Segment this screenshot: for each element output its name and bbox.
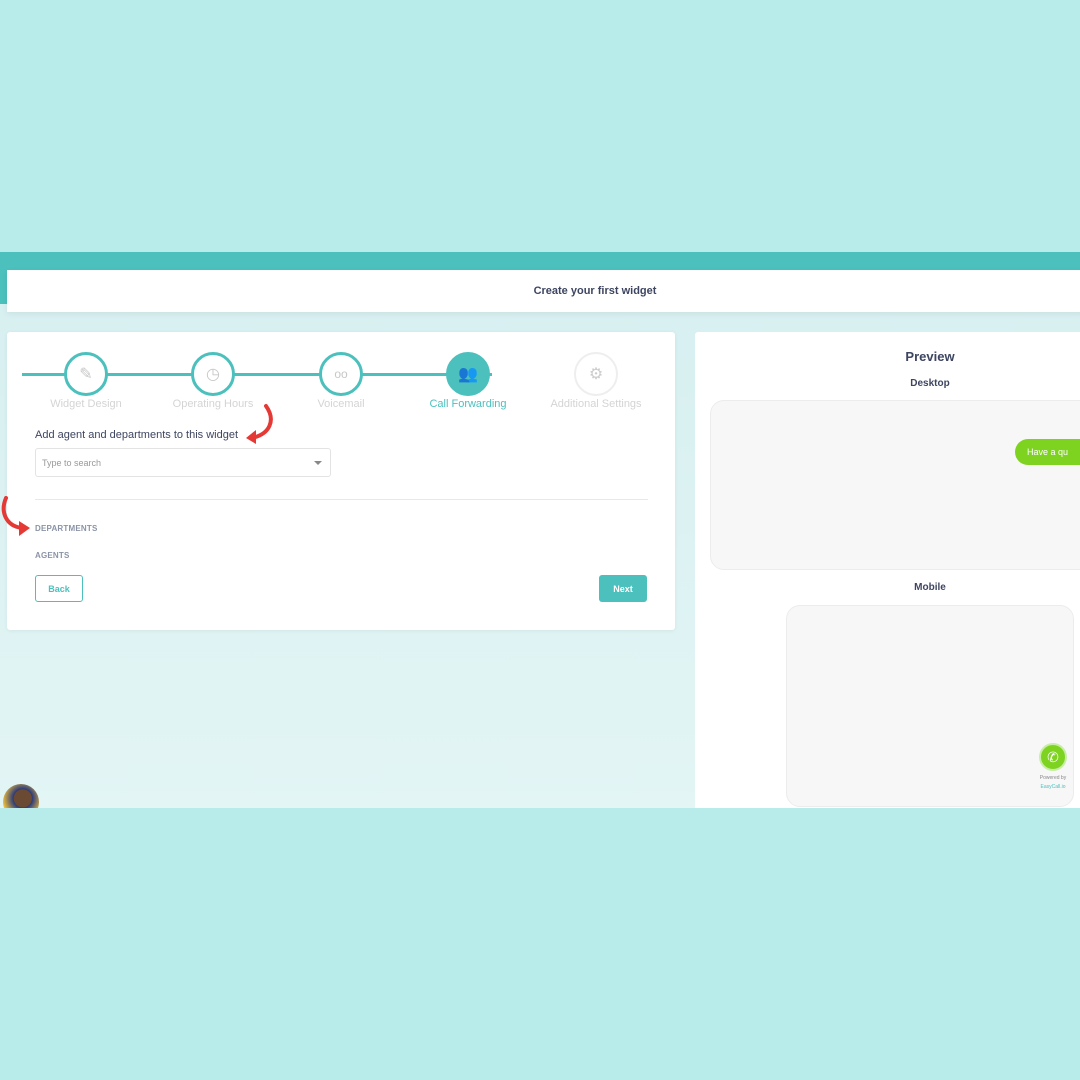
step-call-forwarding[interactable]: 👥 Call Forwarding <box>408 352 528 410</box>
preview-title: Preview <box>905 349 955 364</box>
agents-label[interactable]: AGENTS <box>35 551 70 560</box>
search-placeholder: Type to search <box>42 458 102 468</box>
voicemail-icon: oo <box>319 352 363 396</box>
back-button[interactable]: Back <box>35 575 83 602</box>
next-button[interactable]: Next <box>599 575 647 602</box>
form-heading: Add agent and departments to this widget <box>35 429 239 441</box>
step-voicemail[interactable]: oo Voicemail <box>281 352 401 410</box>
desktop-preview <box>710 400 1080 570</box>
chevron-down-icon[interactable] <box>314 461 322 465</box>
chat-bubble[interactable]: Have a qu <box>1015 439 1080 465</box>
curved-arrow-icon <box>1 496 30 536</box>
pencil-ruler-icon: ✎ <box>64 352 108 396</box>
phone-icon[interactable]: ✆ <box>1039 743 1067 771</box>
mobile-label: Mobile <box>914 582 946 593</box>
step-additional-settings[interactable]: ⚙ Additional Settings <box>536 352 656 410</box>
page-header: Create your first widget <box>7 270 1080 312</box>
page-title: Create your first widget <box>533 285 657 297</box>
app-screenshot: Create your first widget ✎ Widget Design … <box>0 252 1080 808</box>
search-input[interactable]: Type to search <box>35 448 331 477</box>
curved-arrow-icon <box>246 404 273 444</box>
wizard-panel: ✎ Widget Design ◷ Operating Hours oo Voicem… <box>7 332 675 630</box>
departments-label[interactable]: DEPARTMENTS <box>35 524 98 533</box>
divider <box>35 499 648 500</box>
mobile-preview: ✆ Powered by EasyCall.io <box>786 605 1074 807</box>
preview-panel: Preview Desktop Have a qu Mobile ✆ Power… <box>695 332 1080 808</box>
desktop-label: Desktop <box>910 378 950 389</box>
brand-link[interactable]: EasyCall.io <box>1027 783 1079 792</box>
step-widget-design[interactable]: ✎ Widget Design <box>26 352 146 410</box>
avatar[interactable] <box>3 784 39 808</box>
powered-text: Powered by <box>1039 775 1067 781</box>
clock-icon: ◷ <box>191 352 235 396</box>
users-icon: 👥 <box>446 352 490 396</box>
powered-by: Powered by EasyCall.io <box>1027 774 1079 792</box>
gear-icon: ⚙ <box>574 352 618 396</box>
